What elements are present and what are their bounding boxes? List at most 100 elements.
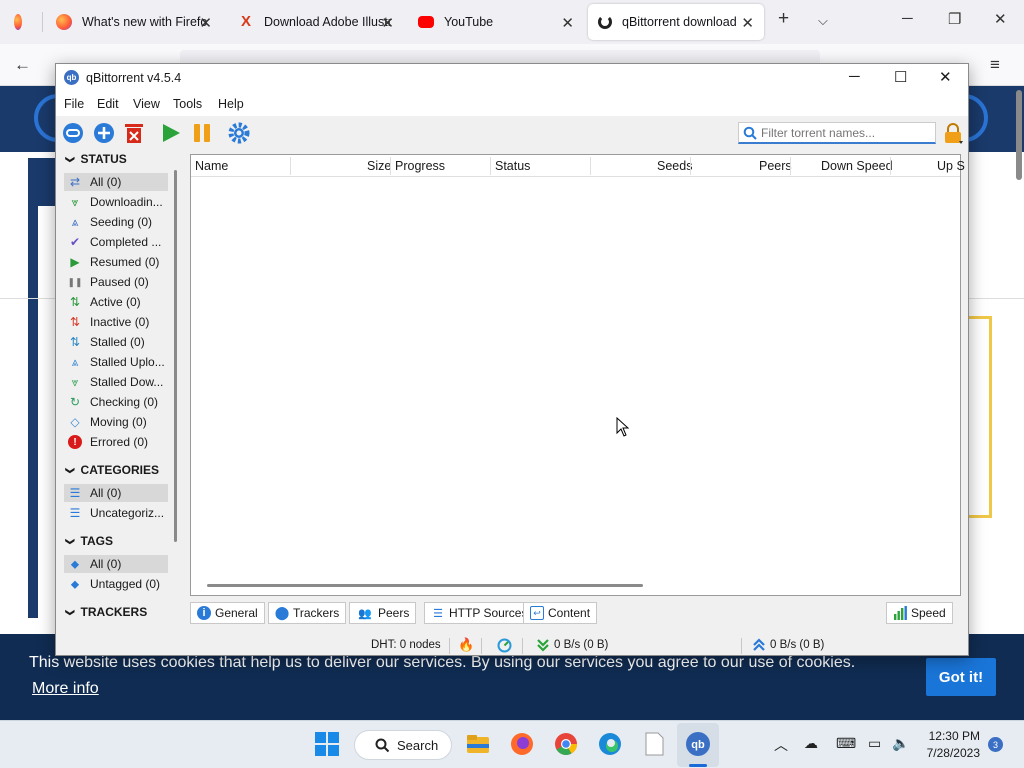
notification-badge[interactable]: 3	[988, 737, 1003, 752]
got-it-button[interactable]: Got it!	[926, 658, 996, 696]
chevron-up-icon[interactable]: ︿	[774, 735, 788, 755]
network-icon[interactable]: ▭	[868, 735, 881, 752]
tab-peers[interactable]: 👥 Peers	[349, 602, 417, 624]
status-filter-1[interactable]: ⩔ Downloadin...	[64, 193, 168, 211]
column-up-speed[interactable]: Up S	[937, 159, 965, 173]
status-filter-6[interactable]: ⇅ Active (0)	[64, 293, 168, 311]
close-icon[interactable]: ✕	[381, 14, 394, 32]
tab-adobe-illustrator[interactable]: X Download Adobe Illustr ✕	[228, 4, 404, 40]
close-icon[interactable]: ✕	[199, 14, 212, 32]
back-arrow-icon[interactable]: ←	[14, 55, 31, 75]
new-tab-button[interactable]: +	[778, 8, 789, 30]
loading-icon	[598, 15, 612, 29]
menu-file[interactable]: File	[64, 97, 84, 111]
pause-icon[interactable]	[191, 122, 213, 144]
edge-icon[interactable]	[597, 731, 623, 757]
status-filter-2[interactable]: ⩓ Seeding (0)	[64, 213, 168, 231]
notepad-icon[interactable]	[641, 731, 667, 757]
status-filter-9[interactable]: ⩓ Stalled Uplo...	[64, 353, 168, 371]
tag-filter-1[interactable]: ⬥ Untagged (0)	[64, 575, 168, 593]
upload-speed[interactable]: 0 B/s (0 B)	[770, 639, 824, 651]
maximize-icon[interactable]: ☐	[894, 68, 907, 86]
restore-icon[interactable]: ❐	[948, 10, 961, 28]
close-icon[interactable]: ✕	[939, 68, 952, 86]
lock-icon[interactable]	[942, 122, 964, 144]
column-progress[interactable]: Progress	[395, 159, 445, 173]
tab-label: HTTP Sources	[449, 606, 528, 620]
content-icon: ↩	[530, 606, 544, 620]
speedometer-icon[interactable]	[497, 638, 512, 653]
status-filter-11[interactable]: ↻ Checking (0)	[64, 393, 168, 411]
tab-qbittorrent-download[interactable]: qBittorrent download ✕	[588, 4, 764, 40]
fire-icon: 🔥	[458, 637, 475, 652]
firefox-view-button[interactable]	[4, 4, 42, 40]
add-torrent-link-icon[interactable]	[62, 122, 84, 144]
clock[interactable]: 12:30 PM 7/28/2023	[918, 729, 980, 760]
close-window-icon[interactable]: ✕	[994, 10, 1007, 28]
cloud-offline-icon[interactable]: ☁	[804, 735, 818, 752]
status-filter-0[interactable]: ⇄ All (0)	[64, 173, 168, 191]
qbittorrent-icon[interactable]: qb	[685, 731, 711, 757]
windows-start-icon[interactable]	[314, 731, 340, 757]
categories-section-header[interactable]: ❯ CATEGORIES	[62, 463, 159, 477]
tab-general[interactable]: i General	[190, 602, 265, 624]
status-filter-7[interactable]: ⇅ Inactive (0)	[64, 313, 168, 331]
download-speed[interactable]: 0 B/s (0 B)	[554, 639, 608, 651]
category-filter-1[interactable]: ☰ Uncategoriz...	[64, 504, 168, 522]
close-icon[interactable]: ✕	[741, 14, 754, 32]
hamburger-menu-icon[interactable]: ≡	[990, 55, 1000, 75]
column-down-speed[interactable]: Down Speed	[821, 159, 893, 173]
menu-help[interactable]: Help	[218, 97, 244, 111]
tab-http-sources[interactable]: ☰ HTTP Sources	[424, 602, 535, 624]
tab-label: General	[215, 606, 258, 620]
delete-torrent-icon[interactable]	[123, 122, 145, 144]
tab-youtube[interactable]: YouTube ✕	[408, 4, 584, 40]
keyboard-icon[interactable]: ⌨	[836, 735, 856, 752]
column-status[interactable]: Status	[495, 159, 530, 173]
firefox-icon[interactable]	[509, 731, 535, 757]
tab-content[interactable]: ↩ Content	[523, 602, 598, 624]
filter-box	[738, 122, 936, 144]
menu-tools[interactable]: Tools	[173, 97, 202, 111]
chrome-icon[interactable]	[553, 731, 579, 757]
minimize-icon[interactable]: ─	[849, 68, 860, 85]
firefox-icon	[14, 14, 22, 30]
trackers-section-header[interactable]: ❯ TRACKERS	[62, 605, 147, 619]
filter-torrent-input[interactable]	[761, 125, 931, 140]
tab-firefox-whats-new[interactable]: What's new with Firefo ✕	[46, 4, 222, 40]
status-filter-13[interactable]: ! Errored (0)	[64, 433, 168, 451]
status-filter-3[interactable]: ✔ Completed ...	[64, 233, 168, 251]
status-filter-5[interactable]: ❚❚ Paused (0)	[64, 273, 168, 291]
horizontal-scrollbar[interactable]	[207, 584, 643, 587]
close-icon[interactable]: ✕	[561, 14, 574, 32]
file-explorer-icon[interactable]	[465, 731, 491, 757]
page-scrollbar[interactable]	[1016, 90, 1022, 180]
status-filter-8[interactable]: ⇅ Stalled (0)	[64, 333, 168, 351]
menu-edit[interactable]: Edit	[97, 97, 119, 111]
status-filter-4[interactable]: ▶ Resumed (0)	[64, 253, 168, 271]
taskbar-search[interactable]: Search	[354, 730, 452, 760]
column-seeds[interactable]: Seeds	[657, 159, 692, 173]
status-filter-10[interactable]: ⩔ Stalled Dow...	[64, 373, 168, 391]
minimize-icon[interactable]: ─	[902, 10, 913, 27]
more-info-link[interactable]: More info	[32, 680, 99, 698]
tags-section-header[interactable]: ❯ TAGS	[62, 534, 113, 548]
status-filter-12[interactable]: ◇ Moving (0)	[64, 413, 168, 431]
gear-icon[interactable]	[228, 122, 250, 144]
column-peers[interactable]: Peers	[759, 159, 792, 173]
resume-icon[interactable]	[160, 122, 182, 144]
menu-view[interactable]: View	[133, 97, 160, 111]
category-filter-0[interactable]: ☰ All (0)	[64, 484, 168, 502]
torrent-list[interactable]: Name Size Progress Status Seeds Peers Do…	[190, 154, 965, 596]
speed-tab[interactable]: Speed	[886, 602, 953, 624]
info-icon: i	[197, 606, 211, 620]
list-tabs-button[interactable]: ⌵	[818, 13, 828, 29]
volume-icon[interactable]: 🔈	[892, 735, 909, 752]
column-size[interactable]: Size	[367, 159, 391, 173]
tag-filter-0[interactable]: ⬥ All (0)	[64, 555, 168, 573]
add-torrent-file-icon[interactable]	[93, 122, 115, 144]
tab-trackers[interactable]: ⬤ Trackers	[268, 602, 347, 624]
status-section-header[interactable]: ❯ STATUS	[62, 152, 126, 166]
column-name[interactable]: Name	[195, 159, 228, 173]
sidebar-scrollbar[interactable]	[174, 170, 177, 542]
